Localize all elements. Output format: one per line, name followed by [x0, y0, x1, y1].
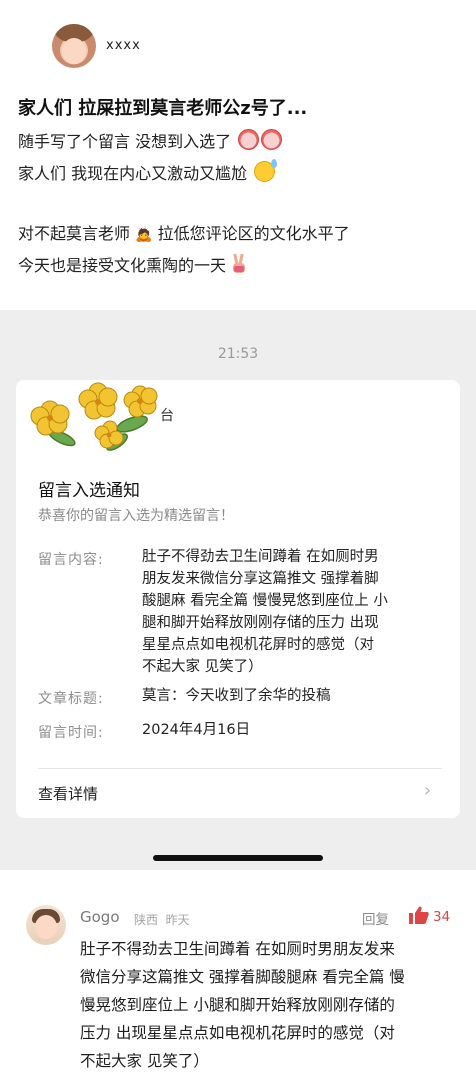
comment-line: 不起大家 见笑了） — [80, 1052, 209, 1070]
home-indicator — [153, 855, 323, 861]
victory-hand-icon — [233, 253, 246, 273]
field-value-article: 莫言：今天收到了余华的投稿 — [142, 688, 331, 704]
post-line-text: 随手写了个留言 没想到入选了 — [18, 132, 232, 151]
field-label-time: 留言时间: — [38, 725, 104, 741]
bowing-person-icon: 🙇 — [135, 227, 153, 243]
post-title: 家人们 拉屎拉到莫言老师公z号了... — [18, 98, 308, 119]
content-line: 腿和脚开始释放刚刚存储的压力 出现 — [142, 615, 379, 631]
comment-time: 昨天 — [165, 913, 190, 927]
content-line: 肚子不得劲去卫生间蹲着 在如厕时男 — [142, 549, 379, 565]
crying-face-icon — [261, 129, 283, 150]
account-name: 台 — [160, 408, 174, 424]
comment-location: 陕西 — [134, 913, 159, 927]
reply-button[interactable]: 回复 — [362, 908, 389, 928]
post-line-text: 对不起莫言老师 — [18, 224, 131, 243]
post-line-3: 对不起莫言老师 🙇 拉低您评论区的文化水平了 — [18, 220, 350, 244]
content-line: 不起大家 见笑了） — [142, 659, 263, 675]
comment-line: 微信分享这篇推文 强撑着脚酸腿麻 看完全篇 慢 — [80, 968, 405, 986]
view-details-link[interactable]: 查看详情 — [38, 783, 98, 804]
content-line: 朋友发来微信分享这篇推文 强撑着脚 — [142, 571, 379, 587]
post-line-4: 今天也是接受文化熏陶的一天 — [18, 252, 247, 276]
post-line-text: 拉低您评论区的文化水平了 — [157, 224, 350, 243]
notification-title: 留言入选通知 — [38, 481, 140, 501]
thumbs-up-icon[interactable] — [409, 906, 429, 924]
post-line-text: 家人们 我现在内心又激动又尴尬 — [18, 164, 248, 183]
comment-line: 肚子不得劲去卫生间蹲着 在如厕时男朋友发来 — [80, 940, 395, 958]
message-time: 21:53 — [217, 346, 259, 362]
field-value-content: 肚子不得劲去卫生间蹲着 在如厕时男 朋友发来微信分享这篇推文 强撑着脚 酸腿麻 … — [142, 546, 388, 678]
field-label-article: 文章标题: — [38, 691, 104, 707]
card-divider — [38, 768, 442, 769]
comment-meta: 陕西 昨天 — [134, 911, 190, 928]
crying-face-icon — [238, 129, 260, 150]
comment-line: 慢晃悠到座位上 小腿和脚开始释放刚刚存储的 — [80, 996, 395, 1014]
like-count: 34 — [433, 909, 451, 925]
commenter-name[interactable]: Gogo — [80, 908, 120, 926]
username[interactable]: xxxx — [106, 38, 141, 53]
notification-subtitle: 恭喜你的留言入选为精选留言！ — [38, 508, 234, 524]
avatar[interactable] — [52, 24, 96, 68]
content-line: 酸腿麻 看完全篇 慢慢晃悠到座位上 小 — [142, 593, 388, 609]
comment-line: 压力 出现星星点点如电视机花屏时的感觉（对 — [80, 1024, 395, 1042]
content-line: 星星点点如电视机花屏时的感觉（对 — [142, 637, 374, 653]
sweat-smile-icon — [254, 159, 278, 182]
field-value-time: 2024年4月16日 — [142, 722, 251, 738]
commenter-avatar[interactable] — [26, 905, 66, 945]
chevron-right-icon[interactable]: › — [424, 780, 431, 801]
post-line-2: 家人们 我现在内心又激动又尴尬 — [18, 159, 278, 184]
post-line-text: 今天也是接受文化熏陶的一天 — [18, 256, 227, 275]
field-label-content: 留言内容: — [38, 552, 104, 568]
post-line-1: 随手写了个留言 没想到入选了 — [18, 128, 283, 152]
